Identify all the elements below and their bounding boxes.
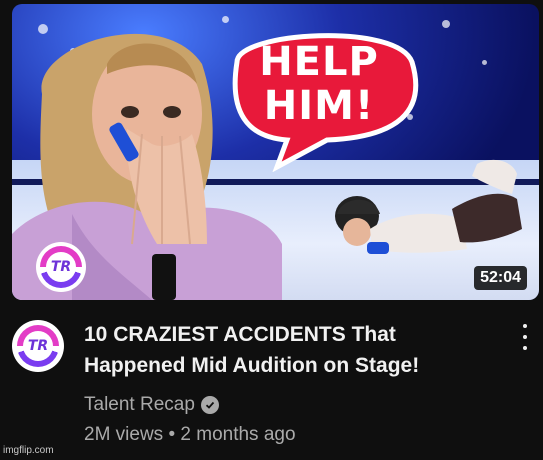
video-stats: 2M views • 2 months ago	[84, 424, 296, 446]
video-duration-badge: 52:04	[474, 266, 527, 290]
video-thumbnail[interactable]: HELP HIM! TR 52:04	[12, 4, 539, 300]
bubble-text-line2: HIM!	[263, 83, 375, 129]
channel-name[interactable]: Talent Recap	[84, 394, 195, 416]
video-title-line2: Happened Mid Audition on Stage!	[84, 354, 420, 377]
channel-logo-badge: TR	[36, 242, 86, 292]
check-circle-icon	[200, 396, 219, 414]
view-count: 2M views	[84, 424, 164, 445]
bubble-text-line1: HELP	[259, 39, 379, 85]
channel-name-row[interactable]: Talent Recap	[84, 394, 219, 416]
stage-light	[482, 60, 487, 65]
upload-age: 2 months ago	[180, 424, 296, 445]
watermark: imgflip.com	[3, 445, 54, 456]
channel-logo-text: TR	[46, 252, 76, 282]
video-card[interactable]: HELP HIM! TR 52:04 TR 10 CRAZIEST ACCIDE…	[0, 0, 543, 460]
channel-avatar-text: TR	[23, 331, 53, 361]
kebab-menu-icon[interactable]	[515, 322, 535, 352]
meta-separator: •	[168, 424, 176, 445]
video-title-line1: 10 CRAZIEST ACCIDENTS That	[84, 323, 396, 346]
video-title[interactable]: 10 CRAZIEST ACCIDENTS That Happened Mid …	[84, 319, 494, 381]
stage-light	[442, 20, 450, 28]
channel-avatar[interactable]: TR	[12, 320, 64, 372]
speech-bubble: HELP HIM!	[217, 22, 422, 172]
